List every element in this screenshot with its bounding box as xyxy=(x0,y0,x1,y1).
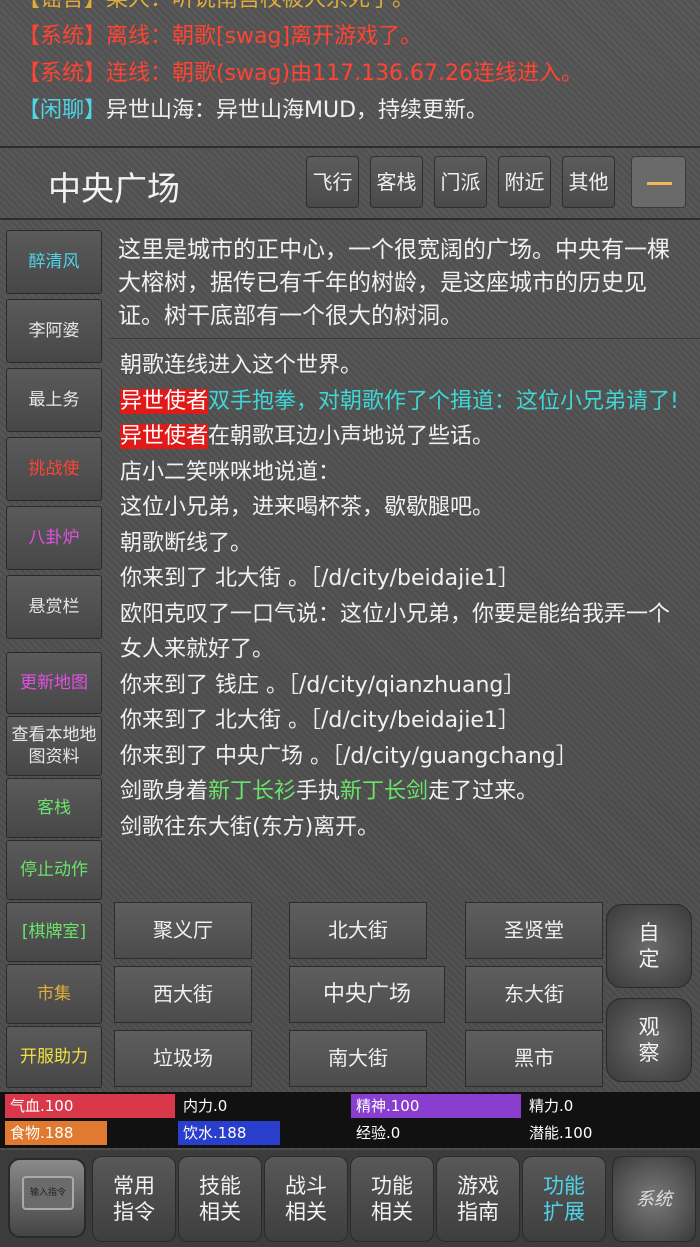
npc-button[interactable]: 醉清风 xyxy=(6,230,102,294)
extensions-button[interactable]: 功能 扩展 xyxy=(522,1156,606,1242)
exit-south[interactable]: 南大街 xyxy=(289,1030,427,1087)
room-header: 中央广场 飞行 客栈 门派 附近 其他 xyxy=(0,150,700,220)
log-line: 你来到了 北大街 。［/d/city/beidajie1］ xyxy=(120,708,520,733)
sect-button[interactable]: 门派 xyxy=(434,156,487,208)
view-local-map-button[interactable]: 查看本地地图资料 xyxy=(6,716,102,776)
functions-button[interactable]: 功能 相关 xyxy=(350,1156,434,1242)
log-line: 你来到了 北大街 。［/d/city/beidajie1］ xyxy=(120,566,520,591)
npc-button[interactable]: 挑战使 xyxy=(6,437,102,501)
status-bars: 气血.100 内力.0 精神.100 精力.0 食物.188 饮水.188 经验… xyxy=(0,1092,700,1148)
npc-tag[interactable]: 异世使者 xyxy=(120,424,209,449)
log-line: 这位小兄弟，进来喝杯茶，歇歇腿吧。 xyxy=(120,495,495,520)
stop-action-button[interactable]: 停止动作 xyxy=(6,840,102,900)
hp-bar: 气血.100 xyxy=(5,1094,175,1118)
log-line: 异世使者双手抱拳，对朝歌作了个揖道：这位小兄弟请了! xyxy=(120,388,679,414)
exit-north[interactable]: 北大街 xyxy=(289,902,427,959)
npc-button[interactable]: 最上务 xyxy=(6,368,102,432)
exit-southeast[interactable]: 黑市 xyxy=(465,1030,603,1087)
log-line: 欧阳克叹了一口气说：这位小兄弟，你要是能给我弄一个女人来就好了。 xyxy=(120,601,671,663)
log-line: 异世使者在朝歌耳边小声地说了些话。 xyxy=(120,424,495,449)
collapse-button[interactable] xyxy=(631,156,686,208)
npc-action-list: 醉清风 李阿婆 最上务 挑战使 八卦炉 悬赏栏 更新地图 查看本地地图资料 客栈… xyxy=(0,222,110,1092)
chat-line: 【系统】离线：朝歌[swag]离开游戏了。 xyxy=(18,24,423,49)
log-line: 你来到了 中央广场 。［/d/city/guangchang］ xyxy=(120,743,578,769)
exit-northwest[interactable]: 聚义厅 xyxy=(114,902,252,959)
game-guide-button[interactable]: 游戏 指南 xyxy=(436,1156,520,1242)
log-line: 朝歌连线进入这个世界。 xyxy=(120,353,363,378)
inn-button[interactable]: 客栈 xyxy=(370,156,423,208)
exit-map: 聚义厅 北大街 圣贤堂 西大街 中央广场 东大街 垃圾场 南大街 黑市 自定 观… xyxy=(110,896,700,1092)
chat-line: 【系统】连线：朝歌(swag)由117.136.67.26连线进入。 xyxy=(18,61,584,86)
fly-button[interactable]: 飞行 xyxy=(306,156,359,208)
observe-button[interactable]: 观察 xyxy=(606,998,692,1082)
room-title: 中央广场 xyxy=(48,169,180,208)
chat-line: 【谣言】某人：听说南宫校被人杀死了。 xyxy=(18,0,682,18)
log-line: 剑歌往东大街(东方)离开。 xyxy=(120,814,380,840)
npc-tag[interactable]: 异世使者 xyxy=(120,388,209,414)
skills-button[interactable]: 技能 相关 xyxy=(178,1156,262,1242)
energy-bar: 精力.0 xyxy=(529,1097,574,1115)
exit-west[interactable]: 西大街 xyxy=(114,966,252,1023)
chat-line: 【闲聊】异世山海：异世山海MUD，持续更新。 xyxy=(18,98,489,123)
market-button[interactable]: 市集 xyxy=(6,964,102,1024)
spirit-bar: 精神.100 xyxy=(351,1094,521,1118)
keyboard-icon: 输入指令 xyxy=(22,1176,74,1210)
npc-button[interactable]: 八卦炉 xyxy=(6,506,102,570)
item-link[interactable]: 新丁长剑 xyxy=(340,779,428,804)
item-link[interactable]: 新丁长衫 xyxy=(208,779,296,804)
log-line: 店小二笑咪咪地说道： xyxy=(120,459,341,485)
custom-button[interactable]: 自定 xyxy=(606,904,692,988)
inn-shortcut-button[interactable]: 客栈 xyxy=(6,778,102,838)
common-commands-button[interactable]: 常用 指令 xyxy=(92,1156,176,1242)
food-bar: 食物.188 xyxy=(5,1121,175,1145)
internal-power-bar: 内力.0 xyxy=(183,1097,228,1115)
chat-panel: 【谣言】某人：听说南宫校被人杀死了。 【系统】离线：朝歌[swag]离开游戏了。… xyxy=(0,0,700,148)
exit-southwest[interactable]: 垃圾场 xyxy=(114,1030,252,1087)
npc-button[interactable]: 悬赏栏 xyxy=(6,575,102,639)
update-map-button[interactable]: 更新地图 xyxy=(6,652,102,714)
water-bar: 饮水.188 xyxy=(178,1121,348,1145)
log-line: 剑歌身着新丁长衫手执新丁长剑走了过来。 xyxy=(120,779,539,804)
log-line: 朝歌断线了。 xyxy=(120,530,253,556)
combat-button[interactable]: 战斗 相关 xyxy=(264,1156,348,1242)
bottom-toolbar: 输入指令 常用 指令 技能 相关 战斗 相关 功能 相关 游戏 指南 功能 扩展… xyxy=(0,1150,700,1247)
npc-button[interactable]: 李阿婆 xyxy=(6,299,102,363)
command-input-button[interactable]: 输入指令 xyxy=(8,1158,86,1238)
launch-support-button[interactable]: 开服助力 xyxy=(6,1026,102,1088)
exit-northeast[interactable]: 圣贤堂 xyxy=(465,902,603,959)
log-line: 你来到了 钱庄 。［/d/city/qianzhuang］ xyxy=(120,672,526,698)
nearby-button[interactable]: 附近 xyxy=(498,156,551,208)
experience-bar: 经验.0 xyxy=(356,1124,401,1142)
exit-east[interactable]: 东大街 xyxy=(465,966,603,1023)
message-log: 朝歌连线进入这个世界。 异世使者双手抱拳，对朝歌作了个揖道：这位小兄弟请了! 异… xyxy=(110,342,700,892)
chess-room-button[interactable]: [棋牌室] xyxy=(6,902,102,962)
current-room[interactable]: 中央广场 xyxy=(289,966,445,1023)
potential-bar: 潜能.100 xyxy=(529,1124,593,1142)
system-button[interactable]: 系统 xyxy=(612,1156,696,1242)
minus-icon xyxy=(647,182,672,185)
other-button[interactable]: 其他 xyxy=(562,156,615,208)
room-description: 这里是城市的正中心，一个很宽阔的广场。中央有一棵大榕树，据传已有千年的树龄，是这… xyxy=(110,222,700,339)
